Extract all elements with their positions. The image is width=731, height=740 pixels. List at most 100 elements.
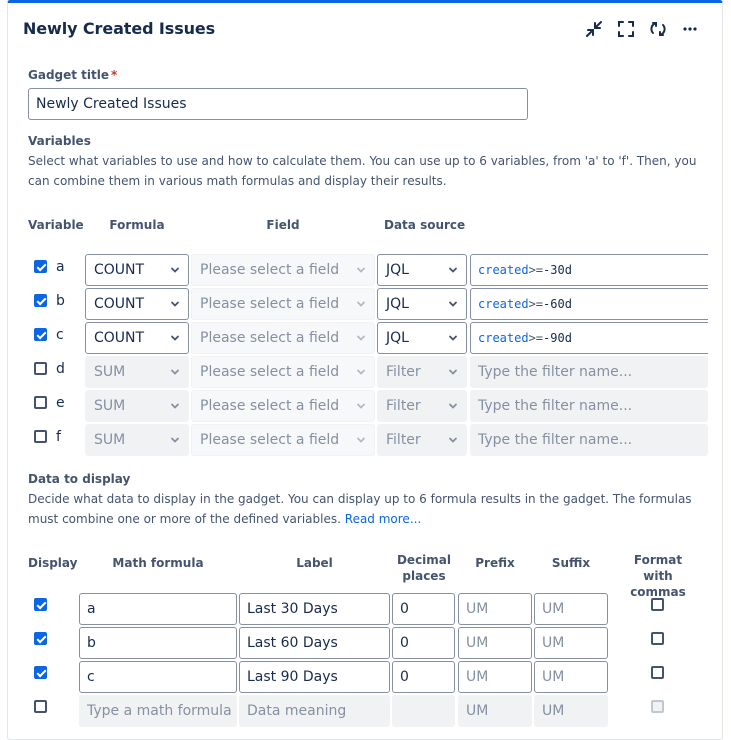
data-source-select[interactable]: JQL — [377, 322, 467, 354]
jql-value: -60d — [543, 297, 572, 311]
label-input[interactable]: Last 90 Days — [239, 661, 390, 693]
field-select-placeholder: Please select a field — [200, 432, 340, 448]
decimal-places-input[interactable]: 0 — [392, 593, 455, 625]
format-commas-checkbox[interactable] — [651, 632, 664, 645]
variable-checkbox[interactable] — [34, 260, 47, 273]
data-source-select[interactable]: JQL — [377, 254, 467, 286]
math-formula-input[interactable]: c — [79, 661, 237, 693]
chevron-down-icon — [171, 437, 179, 443]
math-formula-value: a — [87, 601, 96, 617]
jql-keyword: created — [478, 297, 529, 311]
prefix-placeholder: UM — [466, 601, 489, 617]
field-select: Please select a field — [191, 424, 375, 456]
col-field: Field — [266, 218, 300, 232]
col-format-commas: Format with commas — [630, 553, 686, 599]
data-source-select[interactable]: Filter — [377, 356, 467, 388]
display-checkbox[interactable] — [34, 598, 47, 611]
suffix-input[interactable]: UM — [534, 593, 608, 625]
data-source-select[interactable]: Filter — [377, 424, 467, 456]
decimal-places-value: 0 — [400, 669, 409, 685]
jql-value: -30d — [543, 263, 572, 277]
suffix-input[interactable]: UM — [534, 627, 608, 659]
formula-select[interactable]: COUNT — [85, 254, 189, 286]
format-commas-checkbox[interactable] — [651, 666, 664, 679]
filter-name-placeholder: Type the filter name... — [478, 398, 633, 414]
gadget-title-label-text: Gadget title — [28, 68, 110, 82]
decimal-places-input[interactable]: 0 — [392, 627, 455, 659]
filter-name-input[interactable]: Type the filter name... — [470, 390, 708, 422]
decimal-places-input[interactable] — [392, 695, 455, 727]
label-input[interactable]: Last 30 Days — [239, 593, 390, 625]
formula-select[interactable]: SUM — [85, 424, 189, 456]
field-select-placeholder: Please select a field — [200, 364, 340, 380]
suffix-input[interactable]: UM — [534, 661, 608, 693]
display-checkbox[interactable] — [34, 666, 47, 679]
math-formula-input[interactable]: b — [79, 627, 237, 659]
label-input[interactable]: Last 60 Days — [239, 627, 390, 659]
jql-query-input[interactable]: created >= -60d — [470, 288, 708, 320]
variable-checkbox[interactable] — [34, 362, 47, 375]
variable-letter: e — [56, 395, 65, 411]
col-math-formula: Math formula — [112, 556, 204, 570]
prefix-input[interactable]: UM — [458, 661, 532, 693]
display-heading: Data to display — [28, 472, 131, 486]
display-checkbox[interactable] — [34, 632, 47, 645]
data-source-value: Filter — [386, 364, 421, 380]
prefix-input[interactable]: UM — [458, 627, 532, 659]
decimal-places-value: 0 — [400, 601, 409, 617]
gadget-title-input[interactable]: Newly Created Issues — [28, 88, 528, 120]
chevron-down-icon — [357, 335, 365, 341]
label-input[interactable]: Data meaning — [239, 695, 390, 727]
math-formula-input[interactable]: Type a math formula — [79, 695, 237, 727]
fullscreen-icon[interactable] — [615, 18, 637, 40]
formula-select[interactable]: SUM — [85, 390, 189, 422]
format-commas-checkbox — [651, 700, 664, 713]
filter-name-input[interactable]: Type the filter name... — [470, 356, 708, 388]
variable-checkbox[interactable] — [34, 396, 47, 409]
variable-checkbox[interactable] — [34, 328, 47, 341]
chevron-down-icon — [449, 267, 457, 273]
jql-query-input[interactable]: created >= -30d — [470, 254, 708, 286]
filter-name-input[interactable]: Type the filter name... — [470, 424, 708, 456]
data-source-select[interactable]: JQL — [377, 288, 467, 320]
chevron-down-icon — [171, 369, 179, 375]
gadget-toolbar — [583, 18, 711, 40]
more-icon[interactable] — [679, 18, 701, 40]
field-select: Please select a field — [191, 356, 375, 388]
chevron-down-icon — [171, 335, 179, 341]
variable-checkbox[interactable] — [34, 294, 47, 307]
formula-select-value: COUNT — [94, 262, 145, 278]
refresh-icon[interactable] — [647, 18, 669, 40]
label-value: Last 30 Days — [247, 601, 338, 617]
math-formula-input[interactable]: a — [79, 593, 237, 625]
decimal-places-value: 0 — [400, 635, 409, 651]
data-source-value: JQL — [386, 296, 409, 312]
display-checkbox[interactable] — [34, 700, 47, 713]
variable-checkbox[interactable] — [34, 430, 47, 443]
chevron-down-icon — [171, 301, 179, 307]
formula-select-value: SUM — [94, 398, 126, 414]
formula-select[interactable]: SUM — [85, 356, 189, 388]
prefix-placeholder: UM — [466, 635, 489, 651]
filter-name-placeholder: Type the filter name... — [478, 364, 633, 380]
formula-select[interactable]: COUNT — [85, 322, 189, 354]
formula-select[interactable]: COUNT — [85, 288, 189, 320]
read-more-link[interactable]: Read more... — [345, 512, 422, 526]
formula-select-value: COUNT — [94, 296, 145, 312]
prefix-input[interactable]: UM — [458, 695, 532, 727]
prefix-placeholder: UM — [466, 703, 489, 719]
data-source-select[interactable]: Filter — [377, 390, 467, 422]
format-commas-checkbox[interactable] — [651, 598, 664, 611]
decimal-places-input[interactable]: 0 — [392, 661, 455, 693]
jql-query-input[interactable]: created >= -90d — [470, 322, 708, 354]
minimize-icon[interactable] — [583, 18, 605, 40]
math-formula-value: b — [87, 635, 96, 651]
prefix-placeholder: UM — [466, 669, 489, 685]
filter-name-placeholder: Type the filter name... — [478, 432, 633, 448]
label-value: Data meaning — [247, 703, 347, 719]
col-data-source: Data source — [384, 218, 466, 232]
variables-description: Select what variables to use and how to … — [28, 154, 697, 188]
suffix-input[interactable]: UM — [534, 695, 608, 727]
field-select-placeholder: Please select a field — [200, 262, 340, 278]
prefix-input[interactable]: UM — [458, 593, 532, 625]
